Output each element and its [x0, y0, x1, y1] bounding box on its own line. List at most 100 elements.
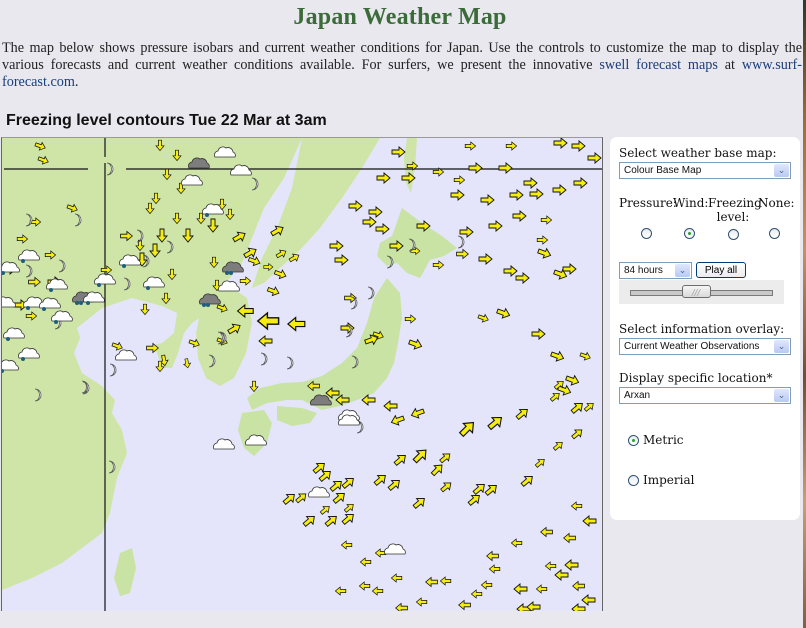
intro-paragraph: The map below shows pressure isobars and… [2, 40, 802, 91]
wind-arrow-icon [486, 550, 499, 562]
wind-arrow-icon [552, 184, 567, 196]
wind-arrow-icon [286, 316, 306, 332]
wind-arrow-icon [564, 559, 579, 571]
wind-arrow-icon [554, 569, 569, 581]
wind-arrow-icon [510, 538, 523, 548]
wind-arrow-icon [182, 358, 192, 369]
land-honshu [247, 278, 402, 410]
hours-select[interactable]: 84 hours ⌄ [619, 262, 692, 279]
map-heading: Freezing level contours Tue 22 Mar at 3a… [6, 112, 327, 129]
wind-arrow-icon [282, 494, 295, 506]
wind-arrow-icon [295, 493, 307, 504]
wind-arrow-icon [439, 453, 451, 464]
wind-arrow-icon [550, 350, 565, 362]
wind-arrow-icon [498, 162, 513, 174]
wind-arrow-icon [464, 141, 477, 151]
wind-arrow-icon [553, 138, 568, 149]
wind-arrow-icon [581, 594, 596, 606]
wind-arrow-icon [488, 564, 501, 574]
clear-night-moon-icon [260, 352, 268, 366]
layer-label-none: None: [758, 196, 795, 210]
overlay-select[interactable]: Current Weather Observations ⌄ [619, 338, 791, 355]
wind-arrow-icon [340, 540, 353, 550]
wind-arrow-icon [512, 210, 527, 222]
wind-arrow-icon [393, 455, 406, 467]
wind-arrow-icon [375, 223, 390, 235]
wind-arrow-icon [376, 172, 391, 184]
wind-arrow-icon [579, 351, 591, 361]
wind-arrow-icon [529, 188, 544, 200]
overlay-value: Current Weather Observations [624, 341, 760, 352]
wind-arrow-icon [373, 475, 386, 487]
location-select[interactable]: Arxan ⌄ [619, 387, 791, 404]
wind-arrow-icon [258, 335, 273, 347]
wind-arrow-icon [358, 581, 371, 591]
overlay-label: Select information overlay: [619, 322, 785, 336]
wind-arrow-icon [565, 374, 580, 386]
wind-arrow-icon [404, 314, 417, 324]
wind-arrow-icon [513, 583, 528, 595]
intro-text-at: at [717, 57, 742, 73]
wind-arrow-icon [341, 514, 354, 526]
layer-label-wind: Wind: [673, 196, 709, 210]
radio-freezing-level[interactable] [728, 229, 739, 240]
wind-arrow-icon [247, 256, 261, 267]
chevron-down-icon[interactable]: ⌄ [774, 164, 789, 177]
location-value: Arxan [624, 390, 651, 401]
wind-arrow-icon [496, 307, 511, 319]
swell-forecast-link[interactable]: swell forecast maps [599, 57, 718, 73]
wind-arrow-icon [319, 506, 330, 515]
wind-arrow-icon [256, 311, 280, 331]
wind-arrow-icon [412, 498, 425, 510]
wind-arrow-icon [359, 557, 372, 567]
radio-wind[interactable] [684, 228, 695, 239]
time-slider[interactable]: /// [619, 280, 784, 304]
wind-arrow-icon [572, 580, 585, 592]
wind-arrow-icon [395, 602, 408, 611]
chevron-down-icon[interactable]: ⌄ [675, 264, 690, 277]
wind-arrow-icon [570, 501, 583, 511]
wind-arrow-icon [488, 220, 503, 232]
wind-arrow-icon [348, 200, 363, 212]
wind-arrow-icon [478, 253, 493, 265]
wind-arrow-icon [440, 482, 452, 493]
chevron-down-icon[interactable]: ⌄ [774, 389, 789, 402]
wind-arrow-icon [571, 140, 586, 152]
wind-arrow-icon [540, 526, 553, 538]
land-asia [2, 138, 302, 590]
radio-none[interactable] [769, 228, 780, 239]
cloud-icon [384, 543, 406, 555]
wind-arrow-icon [571, 603, 586, 611]
land-taiwan [114, 548, 136, 596]
wind-arrow-icon [520, 476, 533, 488]
play-all-button[interactable]: Play all [696, 262, 746, 278]
clear-night-moon-icon [367, 286, 375, 300]
weather-map[interactable] [1, 137, 603, 611]
wind-arrow-icon [531, 328, 546, 340]
wind-arrow-icon [505, 141, 518, 151]
radio-pressure[interactable] [641, 228, 652, 239]
wind-arrow-icon [472, 484, 485, 496]
wind-arrow-icon [549, 393, 560, 402]
wind-arrow-icon [573, 177, 588, 189]
wind-arrow-icon [534, 459, 545, 468]
wind-arrow-icon [515, 272, 530, 284]
wind-arrow-icon [536, 235, 549, 245]
slider-thumb[interactable]: /// [681, 285, 711, 298]
radio-imperial[interactable] [628, 475, 639, 486]
cloud-icon [308, 486, 330, 498]
wind-arrow-icon [470, 589, 483, 599]
wind-arrow-icon [334, 586, 347, 596]
intro-text-end: . [74, 74, 79, 90]
wind-arrow-icon [249, 380, 259, 393]
cloud-icon [213, 438, 235, 450]
wind-arrow-icon [450, 189, 465, 201]
wind-arrow-icon [302, 516, 315, 528]
base-map-select[interactable]: Colour Base Map ⌄ [619, 162, 791, 179]
wind-arrow-icon [468, 162, 483, 174]
wind-arrow-icon [391, 146, 406, 158]
radio-metric[interactable] [628, 435, 639, 446]
wind-arrow-icon [503, 265, 518, 277]
chevron-down-icon[interactable]: ⌄ [774, 340, 789, 353]
wind-arrow-icon [410, 407, 425, 419]
